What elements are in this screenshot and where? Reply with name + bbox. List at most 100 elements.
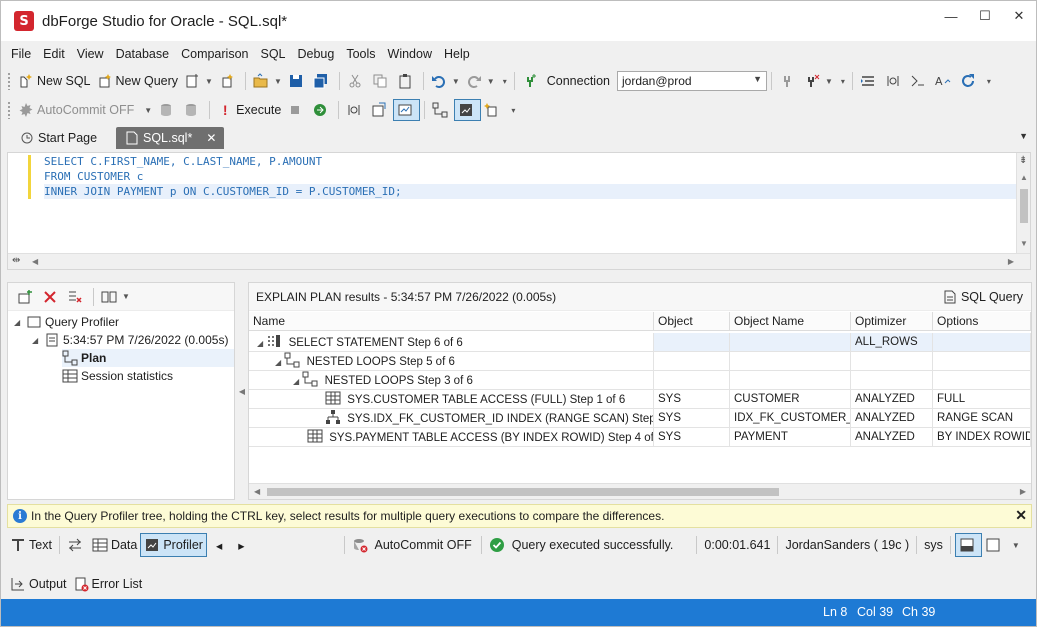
tabs-dropdown-icon[interactable]: ▼ [1019, 131, 1028, 141]
profiler-mode-button[interactable] [393, 99, 421, 121]
error-list-tab[interactable]: Error List [70, 573, 146, 595]
menu-debug[interactable]: Debug [292, 44, 341, 64]
parameters-button[interactable] [882, 70, 907, 92]
tab-start-page[interactable]: Start Page [11, 127, 105, 149]
menu-tools[interactable]: Tools [340, 44, 381, 64]
new-document-dropdown[interactable]: ▼ [181, 70, 216, 92]
dock-bottom-button[interactable] [954, 533, 982, 557]
maximize-button[interactable]: ☐ [968, 1, 1002, 31]
data-view-button[interactable]: Data [89, 533, 140, 557]
scroll-left-icon[interactable]: ◀ [254, 487, 260, 496]
rollback-button[interactable] [180, 99, 205, 121]
toolbar-overflow-3[interactable]: ▾ [982, 70, 994, 92]
new-connection-button[interactable] [519, 70, 544, 92]
delete-all-button[interactable] [64, 286, 89, 308]
scroll-up-icon[interactable]: ▲ [1020, 173, 1028, 182]
open-dropdown[interactable]: ▼ [250, 70, 285, 92]
tree-node-session-statistics[interactable]: Session statistics [62, 367, 173, 385]
execute-button[interactable]: ! Execute [214, 99, 284, 121]
table-row[interactable]: SYS.IDX_FK_CUSTOMER_ID INDEX (RANGE SCAN… [249, 409, 654, 428]
column-header-options[interactable]: Options [933, 312, 1031, 331]
stop-button[interactable] [284, 99, 309, 121]
query-plan-button[interactable] [429, 99, 454, 121]
tree-node-run[interactable]: ◢ 5:34:57 PM 7/26/2022 (0.005s) [32, 331, 228, 349]
connection-select[interactable]: jordan@prod ▼ [616, 71, 767, 91]
scroll-right-icon[interactable]: ▶ [1020, 487, 1026, 496]
code-line-3[interactable]: INNER JOIN PAYMENT p ON C.CUSTOMER_ID = … [44, 184, 1024, 199]
scroll-left-icon[interactable]: ◀ [32, 257, 38, 266]
format-button[interactable] [857, 70, 882, 92]
split-icon[interactable]: ⇟ [1019, 155, 1027, 166]
toolbar-overflow-2[interactable]: ▾ [836, 70, 848, 92]
toolbar-grip-2[interactable] [7, 101, 11, 119]
column-header-object-owner[interactable]: Object Owner [654, 312, 730, 347]
save-button[interactable] [285, 70, 310, 92]
query-parameters-button[interactable] [343, 99, 368, 121]
toolbar-overflow-4[interactable]: ▾ [506, 99, 518, 121]
menu-comparison[interactable]: Comparison [175, 44, 254, 64]
switch-view-button[interactable] [64, 533, 89, 557]
new-item-button[interactable] [216, 70, 241, 92]
menu-file[interactable]: File [5, 44, 37, 64]
tab-close-icon[interactable]: ✕ [206, 131, 216, 145]
output-tab[interactable]: Output [7, 573, 70, 595]
next-result-button[interactable]: ▸ [235, 533, 247, 557]
new-snippet-button[interactable] [481, 99, 506, 121]
redo-dropdown[interactable]: ▼ [463, 70, 498, 92]
save-all-button[interactable] [310, 70, 335, 92]
editor-vertical-scrollbar[interactable]: ⇟ ▲ ▼ [1016, 153, 1030, 253]
add-profile-button[interactable] [14, 286, 39, 308]
collapse-icon[interactable]: ◢ [32, 336, 44, 345]
panel-splitter[interactable]: ◀ [237, 282, 247, 500]
menu-help[interactable]: Help [438, 44, 476, 64]
editor-horizontal-scrollbar[interactable]: ⇹ ◀ ▶ [8, 253, 1030, 269]
maximize-panel-button[interactable] [982, 533, 1007, 557]
cut-button[interactable] [344, 70, 369, 92]
grid-horizontal-scrollbar[interactable]: ◀ ▶ [249, 483, 1031, 499]
sql-query-button[interactable]: SQL Query [942, 289, 1023, 305]
tree-node-plan[interactable]: Plan [62, 349, 234, 367]
column-header-name[interactable]: Name [249, 312, 654, 331]
text-view-button[interactable]: Text [7, 533, 55, 557]
menu-database[interactable]: Database [110, 44, 176, 64]
menu-edit[interactable]: Edit [37, 44, 71, 64]
autocommit-dropdown[interactable]: AutoCommit OFF ▼ [15, 99, 155, 121]
scroll-down-icon[interactable]: ▼ [1020, 239, 1028, 248]
table-row[interactable]: SYS.CUSTOMER TABLE ACCESS (FULL) Step 1 … [249, 390, 654, 409]
paste-button[interactable] [394, 70, 419, 92]
tab-sql-file[interactable]: SQL.sql* ✕ [116, 127, 225, 149]
split-horizontal-icon[interactable]: ⇹ [12, 255, 20, 266]
undo-dropdown[interactable]: ▼ [428, 70, 463, 92]
connect-button[interactable] [776, 70, 801, 92]
table-row[interactable]: ◢ NESTED LOOPS Step 3 of 6 [249, 371, 654, 390]
toolbar-overflow[interactable]: ▾ [498, 70, 510, 92]
table-row[interactable]: ◢ NESTED LOOPS Step 5 of 6 [249, 352, 654, 371]
table-row[interactable]: SYS.PAYMENT TABLE ACCESS (BY INDEX ROWID… [249, 428, 654, 447]
table-row[interactable]: ◢ SELECT STATEMENT Step 6 of 6 [249, 333, 654, 352]
editor-scroll-thumb[interactable] [1020, 189, 1028, 223]
tree-node-query-profiler[interactable]: ◢ Query Profiler [14, 313, 119, 331]
grid-scroll-thumb[interactable] [267, 488, 779, 496]
close-button[interactable]: ✕ [1002, 1, 1036, 31]
delete-profile-button[interactable] [39, 286, 64, 308]
execute-step-button[interactable] [309, 99, 334, 121]
export-button[interactable] [368, 99, 393, 121]
new-query-button[interactable]: New Query [94, 70, 182, 92]
collapse-icon[interactable]: ◢ [275, 358, 281, 367]
collapse-icon[interactable]: ◢ [14, 318, 26, 327]
new-sql-button[interactable]: New SQL [15, 70, 94, 92]
code-line-1[interactable]: SELECT C.FIRST_NAME, C.LAST_NAME, P.AMOU… [44, 154, 322, 169]
copy-button[interactable] [369, 70, 394, 92]
previous-result-button[interactable]: ◂ [213, 533, 225, 557]
compare-dropdown[interactable]: ▼ [98, 286, 133, 308]
minimize-button[interactable]: — [934, 1, 968, 31]
commit-button[interactable] [155, 99, 180, 121]
disconnect-button[interactable]: ▼ [801, 70, 836, 92]
toolbar-grip[interactable] [7, 72, 11, 90]
sql-editor[interactable]: SELECT C.FIRST_NAME, C.LAST_NAME, P.AMOU… [7, 152, 1031, 270]
collapse-icon[interactable]: ◢ [293, 377, 299, 386]
comment-button[interactable] [907, 70, 932, 92]
refresh-button[interactable] [957, 70, 982, 92]
collapse-icon[interactable]: ◢ [257, 339, 263, 348]
case-button[interactable]: A [932, 70, 957, 92]
